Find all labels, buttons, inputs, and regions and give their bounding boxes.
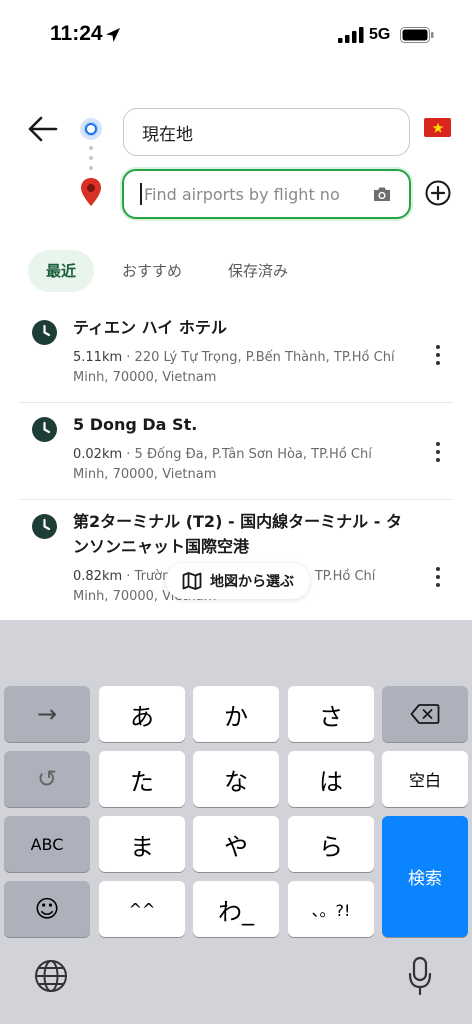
key-ma[interactable]: ま (99, 816, 185, 872)
add-stop-icon[interactable] (425, 180, 451, 206)
key-abc[interactable]: ABC (4, 816, 90, 872)
key-ra[interactable]: ら (288, 816, 374, 872)
text-cursor (140, 183, 142, 205)
result-subtitle: 0.02km · 5 Đống Đa, P.Tân Sơn Hòa, TP.Hồ… (73, 447, 372, 482)
key-undo[interactable]: ↺ (4, 751, 90, 807)
key-ha[interactable]: は (288, 751, 374, 807)
more-options-icon[interactable] (428, 342, 448, 368)
result-title: 第2ターミナル (T2) - 国内線ターミナル - タンソンニャット国際空港 (73, 512, 402, 556)
destination-pin-icon (81, 178, 101, 206)
tab-recommended[interactable]: おすすめ (104, 250, 200, 292)
camera-icon[interactable] (371, 183, 393, 205)
key-next[interactable]: → (4, 686, 90, 742)
origin-input[interactable]: 現在地 (123, 108, 410, 156)
globe-icon[interactable] (33, 958, 69, 994)
map-icon (182, 572, 202, 590)
key-na[interactable]: な (193, 751, 279, 807)
back-arrow-icon[interactable] (26, 114, 60, 144)
choose-on-map-label: 地図から選ぶ (210, 574, 294, 590)
status-bar: 11:24 5G (0, 0, 472, 70)
key-a[interactable]: あ (99, 686, 185, 742)
clock-icon (32, 417, 57, 442)
choose-on-map-button[interactable]: 地図から選ぶ (166, 563, 310, 599)
signal-icon (338, 27, 364, 43)
tab-recent[interactable]: 最近 (28, 250, 95, 292)
network-type: 5G (369, 26, 391, 43)
key-search[interactable]: 検索 (382, 816, 468, 937)
result-distance: 5.11km (73, 350, 123, 365)
result-subtitle: 5.11km · 220 Lý Tự Trọng, P.Bến Thành, T… (73, 350, 395, 385)
key-space[interactable]: 空白 (382, 751, 468, 807)
key-kaomoji[interactable]: ^^ (99, 881, 185, 937)
result-distance: 0.82km (73, 569, 123, 584)
backspace-icon (410, 704, 440, 724)
keyboard: → あ か さ ↺ た な は 空白 ABC ま や ら 検索 ☺ ^^ わ_ … (0, 620, 472, 1024)
key-delete[interactable] (382, 686, 468, 742)
vietnam-flag-icon[interactable] (424, 118, 451, 137)
clock-icon (32, 514, 57, 539)
key-emoji[interactable]: ☺ (4, 881, 90, 937)
more-options-icon[interactable] (428, 439, 448, 465)
list-item[interactable]: ティエン ハイ ホテル 5.11km · 220 Lý Tự Trọng, P.… (19, 306, 453, 403)
key-ya[interactable]: や (193, 816, 279, 872)
result-distance: 0.02km (73, 447, 123, 462)
destination-placeholder: Find airports by flight no (144, 184, 340, 204)
origin-dot-icon (80, 118, 102, 140)
battery-icon (400, 27, 434, 43)
origin-input-value: 現在地 (142, 124, 193, 145)
route-connector (89, 146, 93, 176)
destination-input[interactable]: Find airports by flight no (122, 169, 411, 219)
result-title: 5 Dong Da St. (73, 415, 198, 434)
list-item[interactable]: 5 Dong Da St. 0.02km · 5 Đống Đa, P.Tân … (19, 403, 453, 500)
location-arrow-icon (106, 28, 120, 42)
status-time: 11:24 (50, 22, 103, 45)
key-ta[interactable]: た (99, 751, 185, 807)
clock-icon (32, 320, 57, 345)
history-tabs: 最近 おすすめ 保存済み (28, 250, 316, 292)
key-ka[interactable]: か (193, 686, 279, 742)
key-sa[interactable]: さ (288, 686, 374, 742)
key-punctuation[interactable]: 、。?! (288, 881, 374, 937)
result-title: ティエン ハイ ホテル (73, 318, 227, 337)
more-options-icon[interactable] (428, 564, 448, 590)
tab-saved[interactable]: 保存済み (210, 250, 306, 292)
microphone-icon[interactable] (407, 956, 433, 996)
key-wa[interactable]: わ_ (193, 881, 279, 937)
list-item[interactable]: 第2ターミナル (T2) - 国内線ターミナル - タンソンニャット国際空港 0… (19, 500, 453, 620)
